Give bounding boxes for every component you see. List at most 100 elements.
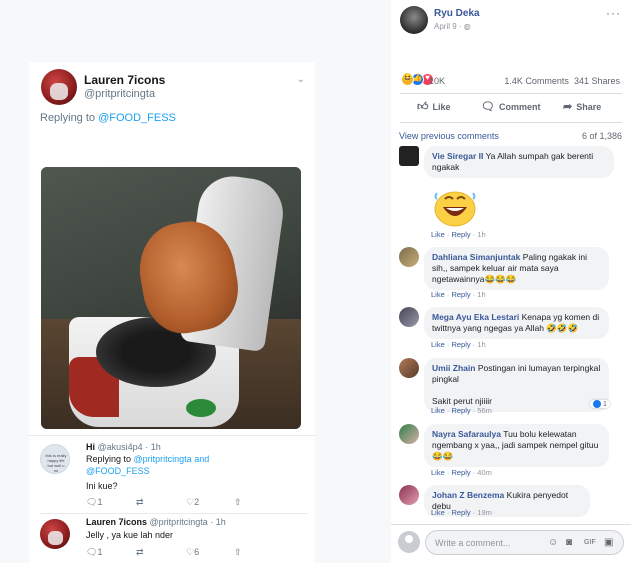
commenter-name[interactable]: Umii Zhain bbox=[432, 363, 475, 373]
comment-meta: Like · Reply · 19m bbox=[431, 508, 492, 517]
comment-reply-link[interactable]: Reply bbox=[451, 468, 470, 477]
sticker-icon[interactable]: ▣ bbox=[604, 537, 613, 548]
comment-like-link[interactable]: Like bbox=[431, 290, 445, 299]
comment-reply-link[interactable]: Reply bbox=[451, 340, 470, 349]
commenter-avatar[interactable] bbox=[399, 424, 419, 444]
comment-like-link[interactable]: Like bbox=[431, 340, 445, 349]
commenter-avatar[interactable] bbox=[399, 307, 419, 327]
share-button[interactable]: ➦ Share bbox=[563, 100, 601, 113]
post-author-name[interactable]: Ryu Deka bbox=[434, 8, 480, 19]
tweet-reply[interactable]: this is really happy life but well u no … bbox=[40, 442, 308, 512]
comment-like-link[interactable]: Like bbox=[431, 230, 445, 239]
comment-reaction-badge[interactable]: 1 bbox=[590, 400, 610, 408]
more-options-icon[interactable]: ··· bbox=[606, 6, 621, 20]
comment-reply-link[interactable]: Reply bbox=[451, 406, 470, 415]
reply-name[interactable]: Hi bbox=[86, 442, 95, 452]
tweet-screenshot: Lauren 7icons @pritpritcingta ⌄ Replying… bbox=[0, 0, 391, 563]
divider bbox=[400, 122, 622, 123]
reply-handle[interactable]: @akusi4p4 bbox=[98, 442, 143, 452]
commenter-name[interactable]: Johan Z Benzema bbox=[432, 490, 504, 500]
post-date-text[interactable]: April 9 bbox=[434, 22, 457, 31]
comment-time[interactable]: 19m bbox=[477, 508, 492, 517]
reply-avatar[interactable] bbox=[40, 519, 70, 549]
reply-avatar[interactable]: this is really happy life but well u no bbox=[40, 444, 70, 474]
tweet-card: Lauren 7icons @pritpritcingta ⌄ Replying… bbox=[29, 62, 315, 563]
comment-time[interactable]: 56m bbox=[477, 406, 492, 415]
post-author-avatar[interactable] bbox=[400, 6, 428, 34]
commenter-avatar[interactable] bbox=[399, 358, 419, 378]
comment-time[interactable]: 1h bbox=[477, 230, 485, 239]
reply-button[interactable]: 🗨1 bbox=[86, 547, 102, 558]
comment-like-link[interactable]: Like bbox=[431, 508, 445, 517]
replying-to: Replying to @FOOD_FESS bbox=[40, 112, 176, 124]
view-previous-comments-link[interactable]: View previous comments bbox=[399, 131, 499, 141]
commenter-name[interactable]: Nayra Safaraulya bbox=[432, 429, 501, 439]
comment-like-link[interactable]: Like bbox=[431, 468, 445, 477]
comment-input[interactable]: Write a comment... ☺ ◙ GIF ▣ bbox=[425, 530, 624, 555]
reply-handle[interactable]: @pritpritcingta bbox=[150, 517, 208, 527]
tweet-photo[interactable] bbox=[41, 167, 301, 429]
commenter-name[interactable]: Mega Ayu Eka Lestari bbox=[432, 312, 519, 322]
like-label: Like bbox=[432, 102, 451, 112]
comment-bubble: Vie Siregar II Ya Allah sumpah gak beren… bbox=[424, 146, 614, 178]
like-button[interactable]: ♡6 bbox=[186, 547, 199, 558]
comment-like-link[interactable]: Like bbox=[431, 406, 445, 415]
share-icon[interactable]: ⇧ bbox=[234, 547, 242, 558]
comment-reply-link[interactable]: Reply bbox=[451, 230, 470, 239]
commenter-avatar[interactable] bbox=[399, 247, 419, 267]
comments-count[interactable]: 1.4K Comments bbox=[504, 76, 569, 86]
comment-bubble: Nayra Safaraulya Tuu bolu kelewatan ngem… bbox=[424, 424, 609, 467]
tweet-reply[interactable]: Lauren 7icons @pritpritcingta · 1h Jelly… bbox=[40, 517, 308, 562]
mention-link[interactable]: @FOOD_FESS bbox=[86, 466, 150, 476]
share-label: Share bbox=[576, 102, 602, 112]
date-separator: · bbox=[456, 22, 464, 31]
comment-time[interactable]: 1h bbox=[477, 290, 485, 299]
chevron-down-icon[interactable]: ⌄ bbox=[297, 74, 305, 85]
comment-reply-link[interactable]: Reply bbox=[451, 290, 470, 299]
comment-button[interactable]: 🗨 Comment bbox=[481, 100, 540, 113]
heart-icon: ♡ bbox=[186, 547, 195, 557]
mention-link[interactable]: @pritpritcingta bbox=[134, 454, 192, 464]
reaction-count[interactable]: 10K bbox=[429, 76, 445, 86]
emoji-icon[interactable]: ☺ bbox=[548, 537, 558, 548]
retweet-icon[interactable]: ⇄ bbox=[136, 497, 144, 508]
reply-time[interactable]: 1h bbox=[216, 517, 226, 527]
tweet-author-name[interactable]: Lauren 7icons bbox=[84, 73, 165, 87]
facebook-post-panel: Ryu Deka April 9 · ◍ ··· ♥ 👍 😆 10K 1.4K … bbox=[391, 0, 631, 563]
speech-bubble-icon: 🗨 bbox=[86, 497, 98, 507]
and-text: and bbox=[191, 454, 210, 464]
commenter-avatar[interactable] bbox=[399, 146, 419, 166]
retweet-icon[interactable]: ⇄ bbox=[136, 547, 144, 558]
replying-prefix: Replying to bbox=[40, 112, 99, 124]
reply-name[interactable]: Lauren 7icons bbox=[86, 517, 147, 527]
replying-mention-link[interactable]: @FOOD_FESS bbox=[98, 112, 176, 124]
camera-icon[interactable]: ◙ bbox=[566, 537, 572, 548]
reply-button[interactable]: 🗨1 bbox=[86, 497, 102, 508]
commenter-name[interactable]: Vie Siregar II bbox=[432, 151, 483, 161]
comment-bubble: Dahliana Simanjuntak Paling ngakak ini s… bbox=[424, 247, 609, 290]
reply-count: 1 bbox=[97, 547, 103, 557]
tweet-author-avatar[interactable] bbox=[41, 69, 77, 105]
like-button[interactable]: ♡2 bbox=[186, 497, 199, 508]
like-count: 2 bbox=[194, 497, 200, 507]
globe-icon: ◍ bbox=[463, 22, 471, 31]
comment-reply-link[interactable]: Reply bbox=[451, 508, 470, 517]
commenter-avatar[interactable] bbox=[399, 485, 419, 505]
reply-replying-prefix: Replying to bbox=[86, 454, 134, 464]
comment-time[interactable]: 1h bbox=[477, 340, 485, 349]
engagement-counts: 1.4K Comments 341 Shares bbox=[504, 76, 620, 86]
reply-replying-line: Replying to @pritpritcingta and bbox=[86, 454, 209, 464]
tweet-author-handle[interactable]: @pritpritcingta bbox=[84, 88, 155, 100]
comment-time[interactable]: 40m bbox=[477, 468, 492, 477]
share-arrow-icon: ➦ bbox=[563, 101, 573, 113]
thumbs-up-icon: 👍︎ bbox=[417, 101, 429, 113]
reply-time[interactable]: 1h bbox=[151, 442, 161, 452]
heart-icon: ♡ bbox=[186, 497, 195, 507]
share-icon[interactable]: ⇧ bbox=[234, 497, 242, 508]
reply-header: Hi @akusi4p4 · 1h bbox=[86, 442, 161, 452]
like-count: 6 bbox=[194, 547, 200, 557]
commenter-name[interactable]: Dahliana Simanjuntak bbox=[432, 252, 520, 262]
gif-icon[interactable]: GIF bbox=[584, 539, 596, 546]
like-button[interactable]: 👍︎ Like bbox=[417, 100, 451, 113]
shares-count[interactable]: 341 Shares bbox=[574, 76, 620, 86]
